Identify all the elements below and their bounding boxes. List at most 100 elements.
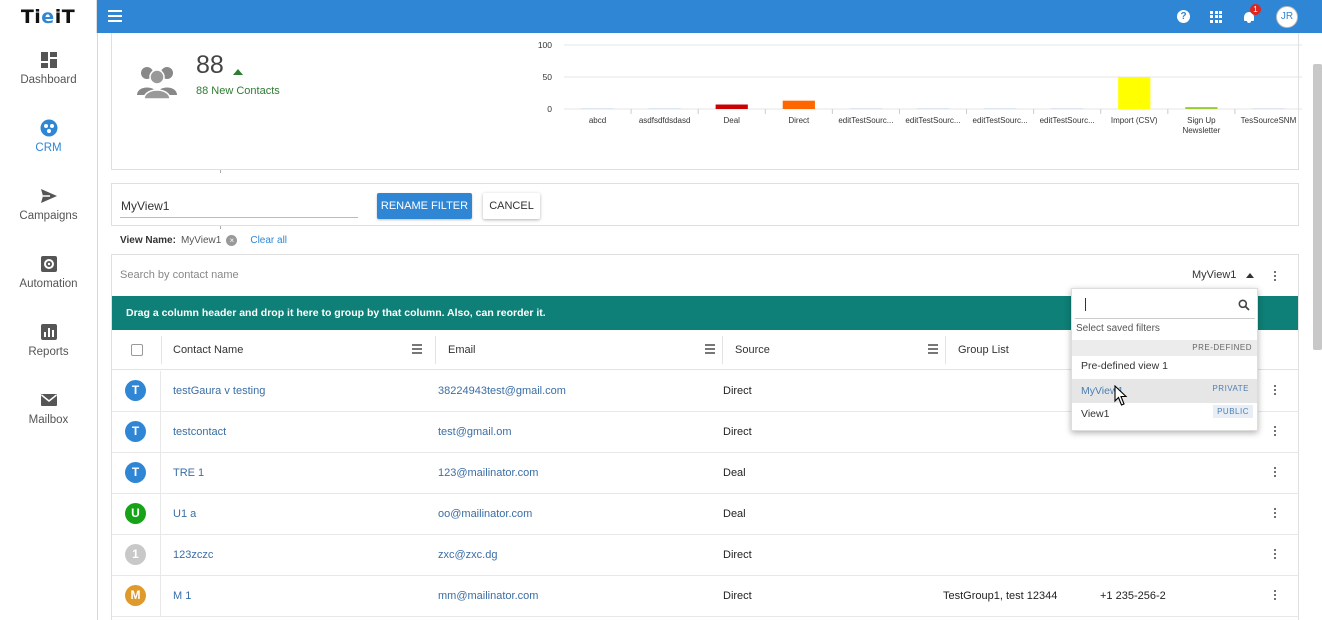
column-header-source[interactable]: Source bbox=[735, 330, 770, 370]
sidebar-item-mailbox[interactable]: Mailbox bbox=[0, 391, 97, 426]
vertical-scrollbar[interactable] bbox=[1313, 64, 1322, 350]
filter-option-view1[interactable]: View1 PUBLIC bbox=[1072, 402, 1257, 426]
public-tag: PUBLIC bbox=[1213, 405, 1253, 418]
column-menu-icon[interactable] bbox=[705, 344, 715, 354]
row-options-kebab-icon[interactable] bbox=[1274, 590, 1277, 601]
chart-x-tick-label: editTestSourc... bbox=[1040, 116, 1095, 125]
row-options-kebab-icon[interactable] bbox=[1274, 549, 1277, 560]
predefined-tag: PRE-DEFINED bbox=[1192, 343, 1252, 352]
table-row[interactable]: T TRE 1 123@mailinator.com Deal bbox=[112, 453, 1298, 494]
chart-y-tick-label: 100 bbox=[538, 40, 552, 50]
search-icon bbox=[1238, 299, 1250, 311]
rename-filter-card: RENAME FILTER CANCEL bbox=[111, 183, 1299, 226]
new-contacts-label: 88 New Contacts bbox=[196, 85, 280, 97]
people-group-icon bbox=[137, 67, 177, 99]
sidebar-item-label: Automation bbox=[19, 278, 78, 290]
rename-filter-button[interactable]: RENAME FILTER bbox=[377, 193, 472, 219]
chart-x-tick-label: Direct bbox=[788, 116, 810, 125]
view-name-input[interactable] bbox=[120, 194, 358, 218]
hamburger-menu-icon[interactable] bbox=[108, 10, 122, 22]
bar-chart-icon bbox=[40, 324, 57, 340]
chart-bar bbox=[849, 108, 883, 109]
app-root: TieiT ? 1 JR Dashboard CRM Campaigns Aut… bbox=[0, 0, 1322, 620]
notification-badge: 1 bbox=[1250, 3, 1261, 15]
sidebar-item-crm[interactable]: CRM bbox=[0, 119, 97, 154]
contact-name-link[interactable]: U1 a bbox=[173, 494, 196, 534]
column-menu-icon[interactable] bbox=[412, 344, 422, 354]
sidebar-item-reports[interactable]: Reports bbox=[0, 323, 97, 358]
contact-source: Direct bbox=[723, 590, 752, 602]
clear-all-link[interactable]: Clear all bbox=[250, 235, 287, 246]
contact-source: Deal bbox=[723, 467, 746, 479]
logo-container: TieiT bbox=[0, 0, 97, 33]
chart-y-tick-label: 50 bbox=[543, 72, 553, 82]
chart-bar bbox=[581, 108, 614, 109]
contact-email-link[interactable]: oo@mailinator.com bbox=[438, 494, 532, 534]
row-options-kebab-icon[interactable] bbox=[1274, 508, 1277, 519]
table-row[interactable]: M M 1 mm@mailinator.com Direct TestGroup… bbox=[112, 576, 1298, 617]
filter-search-input[interactable] bbox=[1075, 293, 1255, 319]
contacts-count: 88 bbox=[196, 51, 224, 79]
contact-email-link[interactable]: test@gmail.om bbox=[438, 412, 512, 452]
contact-avatar: T bbox=[125, 421, 146, 442]
contact-email-link[interactable]: 38224943test@gmail.com bbox=[438, 371, 566, 411]
row-options-kebab-icon[interactable] bbox=[1274, 385, 1277, 396]
gear-icon bbox=[40, 256, 57, 272]
chart-x-tick-label: Newsletter bbox=[1182, 126, 1220, 135]
app-logo[interactable]: TieiT bbox=[21, 6, 75, 28]
table-row[interactable]: U U1 a oo@mailinator.com Deal bbox=[112, 494, 1298, 535]
notification-bell-icon[interactable]: 1 bbox=[1242, 3, 1261, 24]
mouse-pointer-icon bbox=[1114, 385, 1128, 406]
contact-name-link[interactable]: M 1 bbox=[173, 576, 191, 616]
remove-view-icon[interactable]: × bbox=[226, 235, 238, 246]
sidebar-item-automation[interactable]: Automation bbox=[0, 255, 97, 290]
contact-email-link[interactable]: zxc@zxc.dg bbox=[438, 535, 497, 575]
column-menu-icon[interactable] bbox=[928, 344, 938, 354]
contact-email-link[interactable]: mm@mailinator.com bbox=[438, 576, 538, 616]
contact-group-list: TestGroup1, test 12344 bbox=[943, 590, 1058, 602]
row-options-kebab-icon[interactable] bbox=[1274, 467, 1277, 478]
crm-icon bbox=[40, 119, 57, 137]
select-all-checkbox[interactable] bbox=[131, 344, 143, 356]
caret-up-icon bbox=[1246, 272, 1255, 278]
sidebar-item-dashboard[interactable]: Dashboard bbox=[0, 51, 97, 86]
private-tag: PRIVATE bbox=[1212, 384, 1249, 393]
filter-option-predefined-view-1[interactable]: Pre-defined view 1 bbox=[1072, 354, 1257, 378]
sidebar: Dashboard CRM Campaigns Automation Repor… bbox=[0, 33, 98, 620]
chart-bar bbox=[916, 108, 950, 109]
filter-option-myview1[interactable]: MyView1 PRIVATE bbox=[1072, 379, 1257, 403]
apps-grid-icon[interactable] bbox=[1210, 10, 1222, 23]
chart-x-tick-label: Sign Up bbox=[1187, 116, 1216, 125]
contact-name-link[interactable]: testGaura v testing bbox=[173, 371, 265, 411]
saved-filters-dropdown: Select saved filters PRE-DEFINED Pre-def… bbox=[1071, 288, 1258, 431]
view-name-value: MyView1 bbox=[180, 235, 222, 246]
table-row[interactable]: 1 123zczc zxc@zxc.dg Direct bbox=[112, 535, 1298, 576]
saved-view-selector[interactable]: MyView1 bbox=[1192, 269, 1255, 281]
chart-x-tick-label: TesSourceSNM bbox=[1241, 116, 1297, 125]
contact-name-link[interactable]: TRE 1 bbox=[173, 453, 204, 493]
contact-name-link[interactable]: testcontact bbox=[173, 412, 226, 452]
column-header-contact-name[interactable]: Contact Name bbox=[173, 330, 243, 370]
user-avatar[interactable]: JR bbox=[1276, 5, 1298, 28]
sidebar-item-campaigns[interactable]: Campaigns bbox=[0, 187, 97, 222]
contact-email-link[interactable]: 123@mailinator.com bbox=[438, 453, 538, 493]
view-name-filter: View Name: MyView1 × Clear all bbox=[120, 235, 287, 246]
chart-bar bbox=[715, 104, 748, 109]
chart-x-tick-label: Deal bbox=[724, 116, 741, 125]
cancel-button[interactable]: CANCEL bbox=[483, 193, 540, 219]
chart-bar bbox=[648, 108, 681, 109]
saved-filters-title: Select saved filters bbox=[1076, 323, 1160, 334]
chart-bar bbox=[983, 108, 1017, 109]
column-header-group-list[interactable]: Group List bbox=[958, 330, 1009, 370]
chart-bar bbox=[1252, 108, 1285, 109]
row-options-kebab-icon[interactable] bbox=[1274, 426, 1277, 437]
grid-options-kebab-icon[interactable] bbox=[1274, 271, 1277, 282]
top-bar: TieiT ? 1 JR bbox=[0, 0, 1322, 33]
column-header-email[interactable]: Email bbox=[448, 330, 476, 370]
sidebar-item-label: CRM bbox=[35, 142, 62, 154]
contacts-by-source-chart: 100 50 0 abcd asdfsdfdsdasd Deal Direct editTes… bbox=[538, 40, 1302, 135]
contact-search-input[interactable]: Search by contact name bbox=[120, 269, 239, 281]
contact-name-link[interactable]: 123zczc bbox=[173, 535, 213, 575]
help-icon[interactable]: ? bbox=[1177, 10, 1190, 23]
contact-source: Deal bbox=[723, 508, 746, 520]
